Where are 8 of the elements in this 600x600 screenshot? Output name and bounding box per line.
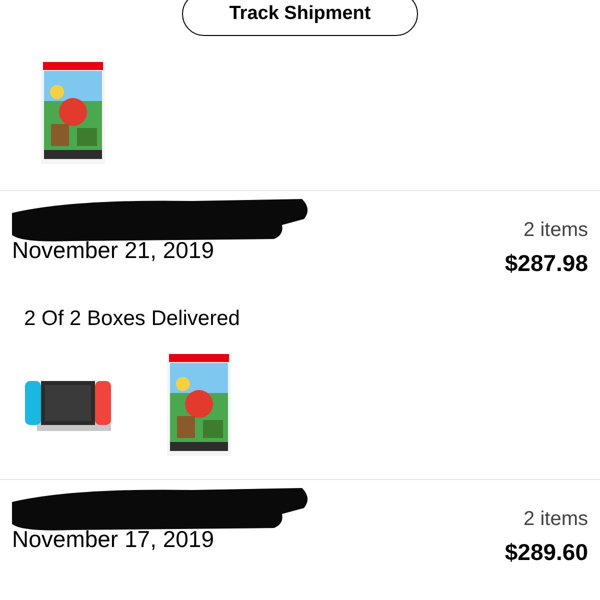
order-date: November 17, 2019	[12, 526, 216, 553]
item-count: 2 items	[524, 219, 588, 242]
order-date: November 21, 2019	[12, 237, 216, 264]
item-count: 2 items	[524, 508, 588, 531]
track-shipment-button[interactable]: Track Shipment	[182, 0, 418, 36]
order-total: $287.98	[504, 250, 588, 277]
order-total: $289.60	[504, 539, 588, 566]
delivery-status: 2 Of 2 Boxes Delivered	[23, 306, 241, 331]
